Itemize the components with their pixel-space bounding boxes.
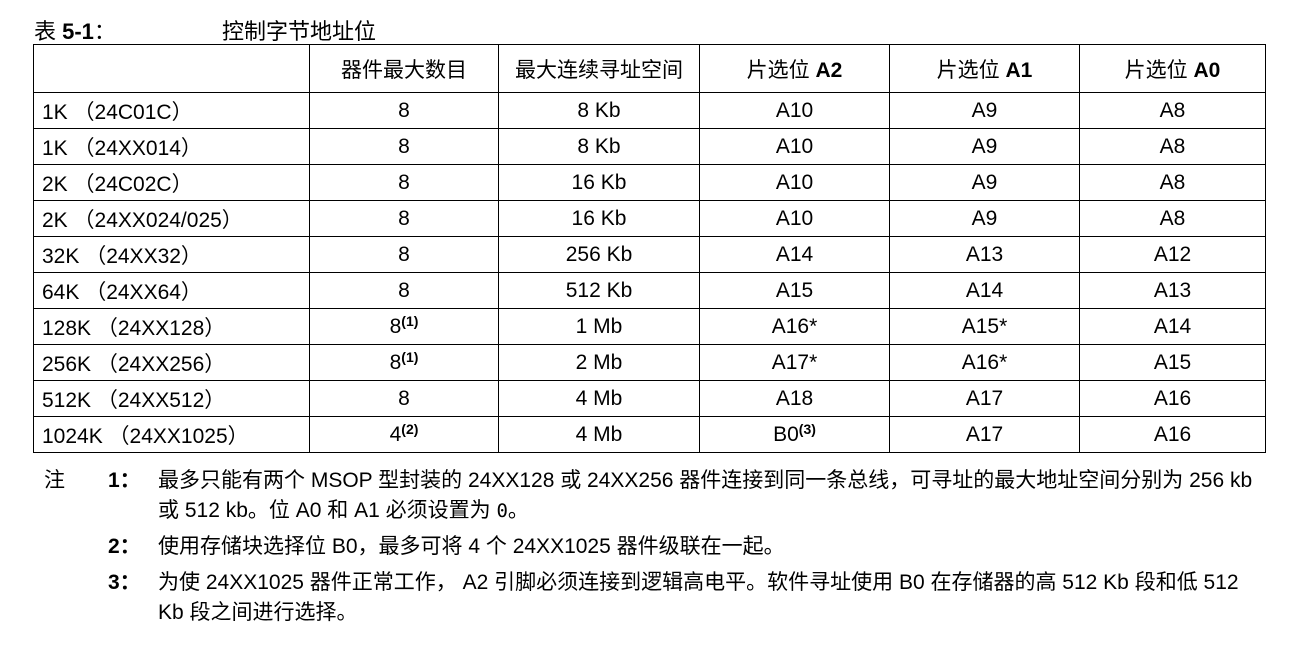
notes-section: 注 1： 最多只能有两个 MSOP 型封装的 24XX128 或 24XX256… (44, 466, 1264, 634)
max-devices-cell: 8 (309, 272, 499, 309)
table-row: 128K （24XX128） 8(1) 1 Mb A16* A15* A14 (33, 308, 1266, 345)
address-space-cell: 256 Kb (498, 236, 700, 273)
chip-select-a0-cell: A13 (1079, 272, 1266, 309)
note-number: 1： (108, 469, 141, 492)
chip-select-a1-cell: A17 (889, 416, 1080, 453)
device-cell: 64K （24XX64） (33, 272, 310, 309)
table-row: 256K （24XX256） 8(1) 2 Mb A17* A16* A15 (33, 344, 1266, 381)
chip-select-a0-cell: A12 (1079, 236, 1266, 273)
header-cell: 片选位 A1 (889, 44, 1080, 93)
note-text: 最多只能有两个 MSOP 型封装的 24XX128 或 24XX256 器件连接… (158, 469, 1253, 522)
chip-select-a0-cell: A8 (1079, 128, 1266, 165)
address-space-cell: 4 Mb (498, 416, 700, 453)
footnote-ref: (3) (798, 420, 816, 437)
chip-select-a1-cell: A16* (889, 344, 1080, 381)
table-row: 512K （24XX512） 8 4 Mb A18 A17 A16 (33, 380, 1266, 417)
max-devices-cell: 8 (309, 200, 499, 237)
address-bits-table: 器件最大数目 最大连续寻址空间 片选位 A2 片选位 A1 片选位 A0 1K … (33, 44, 1266, 453)
chip-select-a2-cell: A17* (699, 344, 890, 381)
address-space-cell: 2 Mb (498, 344, 700, 381)
table-row: 2K （24C02C） 8 16 Kb A10 A9 A8 (33, 164, 1266, 201)
address-space-cell: 16 Kb (498, 164, 700, 201)
device-cell: 1K （24C01C） (33, 92, 310, 129)
address-space-cell: 4 Mb (498, 380, 700, 417)
address-space-cell: 16 Kb (498, 200, 700, 237)
chip-select-a1-cell: A17 (889, 380, 1080, 417)
chip-select-a2-cell: A10 (699, 92, 890, 129)
chip-select-a2-cell: A10 (699, 164, 890, 201)
chip-select-a2-cell: A18 (699, 380, 890, 417)
max-devices-cell: 8 (309, 380, 499, 417)
chip-select-a0-cell: A14 (1079, 308, 1266, 345)
footnote-ref: (2) (401, 420, 419, 437)
max-devices-cell: 4(2) (309, 416, 499, 453)
chip-select-a0-cell: A8 (1079, 92, 1266, 129)
device-cell: 128K （24XX128） (33, 308, 310, 345)
chip-select-a2-cell: A14 (699, 236, 890, 273)
chip-select-a0-cell: A8 (1079, 200, 1266, 237)
note-text: 为使 24XX1025 器件正常工作， A2 引脚必须连接到逻辑高电平。软件寻址… (158, 571, 1239, 624)
max-devices-cell: 8(1) (309, 344, 499, 381)
chip-select-a0-cell: A15 (1079, 344, 1266, 381)
chip-select-a2-cell: A10 (699, 128, 890, 165)
device-cell: 2K （24XX024/025） (33, 200, 310, 237)
device-cell: 2K （24C02C） (33, 164, 310, 201)
notes-label: 注 (44, 469, 65, 492)
chip-select-a0-cell: A16 (1079, 416, 1266, 453)
max-devices-cell: 8 (309, 92, 499, 129)
address-space-cell: 8 Kb (498, 92, 700, 129)
max-devices-cell: 8 (309, 128, 499, 165)
note-number: 3： (108, 571, 141, 594)
chip-select-a2-cell: B0(3) (699, 416, 890, 453)
note-number: 2： (108, 535, 141, 558)
chip-select-a0-cell: A16 (1079, 380, 1266, 417)
max-devices-cell: 8 (309, 164, 499, 201)
device-cell: 32K （24XX32） (33, 236, 310, 273)
chip-select-a2-cell: A10 (699, 200, 890, 237)
header-cell (33, 44, 310, 93)
chip-select-a1-cell: A9 (889, 164, 1080, 201)
table-number: 表 5-1： (34, 19, 116, 44)
address-space-cell: 512 Kb (498, 272, 700, 309)
table-title: 控制字节地址位 (222, 19, 377, 44)
device-cell: 1K （24XX014） (33, 128, 310, 165)
table-row: 1K （24C01C） 8 8 Kb A10 A9 A8 (33, 92, 1266, 129)
chip-select-a1-cell: A9 (889, 200, 1080, 237)
footnote-ref: (1) (401, 348, 419, 365)
table-row: 64K （24XX64） 8 512 Kb A15 A14 A13 (33, 272, 1266, 309)
chip-select-a1-cell: A9 (889, 128, 1080, 165)
chip-select-a1-cell: A15* (889, 308, 1080, 345)
max-devices-cell: 8(1) (309, 308, 499, 345)
table-row: 2K （24XX024/025） 8 16 Kb A10 A9 A8 (33, 200, 1266, 237)
table-header-row: 器件最大数目 最大连续寻址空间 片选位 A2 片选位 A1 片选位 A0 (33, 44, 1266, 93)
note-item: 注 1： 最多只能有两个 MSOP 型封装的 24XX128 或 24XX256… (44, 466, 1264, 526)
address-space-cell: 8 Kb (498, 128, 700, 165)
note-text: 使用存储块选择位 B0，最多可将 4 个 24XX1025 器件级联在一起。 (158, 535, 785, 558)
chip-select-a2-cell: A15 (699, 272, 890, 309)
device-cell: 256K （24XX256） (33, 344, 310, 381)
note-item: 3： 为使 24XX1025 器件正常工作， A2 引脚必须连接到逻辑高电平。软… (44, 568, 1264, 628)
chip-select-a1-cell: A9 (889, 92, 1080, 129)
table-row: 1K （24XX014） 8 8 Kb A10 A9 A8 (33, 128, 1266, 165)
header-cell: 片选位 A2 (699, 44, 890, 93)
note-item: 2： 使用存储块选择位 B0，最多可将 4 个 24XX1025 器件级联在一起… (44, 532, 1264, 562)
chip-select-a1-cell: A14 (889, 272, 1080, 309)
header-cell: 片选位 A0 (1079, 44, 1266, 93)
chip-select-a0-cell: A8 (1079, 164, 1266, 201)
device-cell: 1024K （24XX1025） (33, 416, 310, 453)
device-cell: 512K （24XX512） (33, 380, 310, 417)
table-row: 32K （24XX32） 8 256 Kb A14 A13 A12 (33, 236, 1266, 273)
table-row: 1024K （24XX1025） 4(2) 4 Mb B0(3) A17 A16 (33, 416, 1266, 453)
header-cell: 最大连续寻址空间 (498, 44, 700, 93)
footnote-ref: (1) (401, 312, 419, 329)
chip-select-a2-cell: A16* (699, 308, 890, 345)
address-space-cell: 1 Mb (498, 308, 700, 345)
header-cell: 器件最大数目 (309, 44, 499, 93)
max-devices-cell: 8 (309, 236, 499, 273)
chip-select-a1-cell: A13 (889, 236, 1080, 273)
